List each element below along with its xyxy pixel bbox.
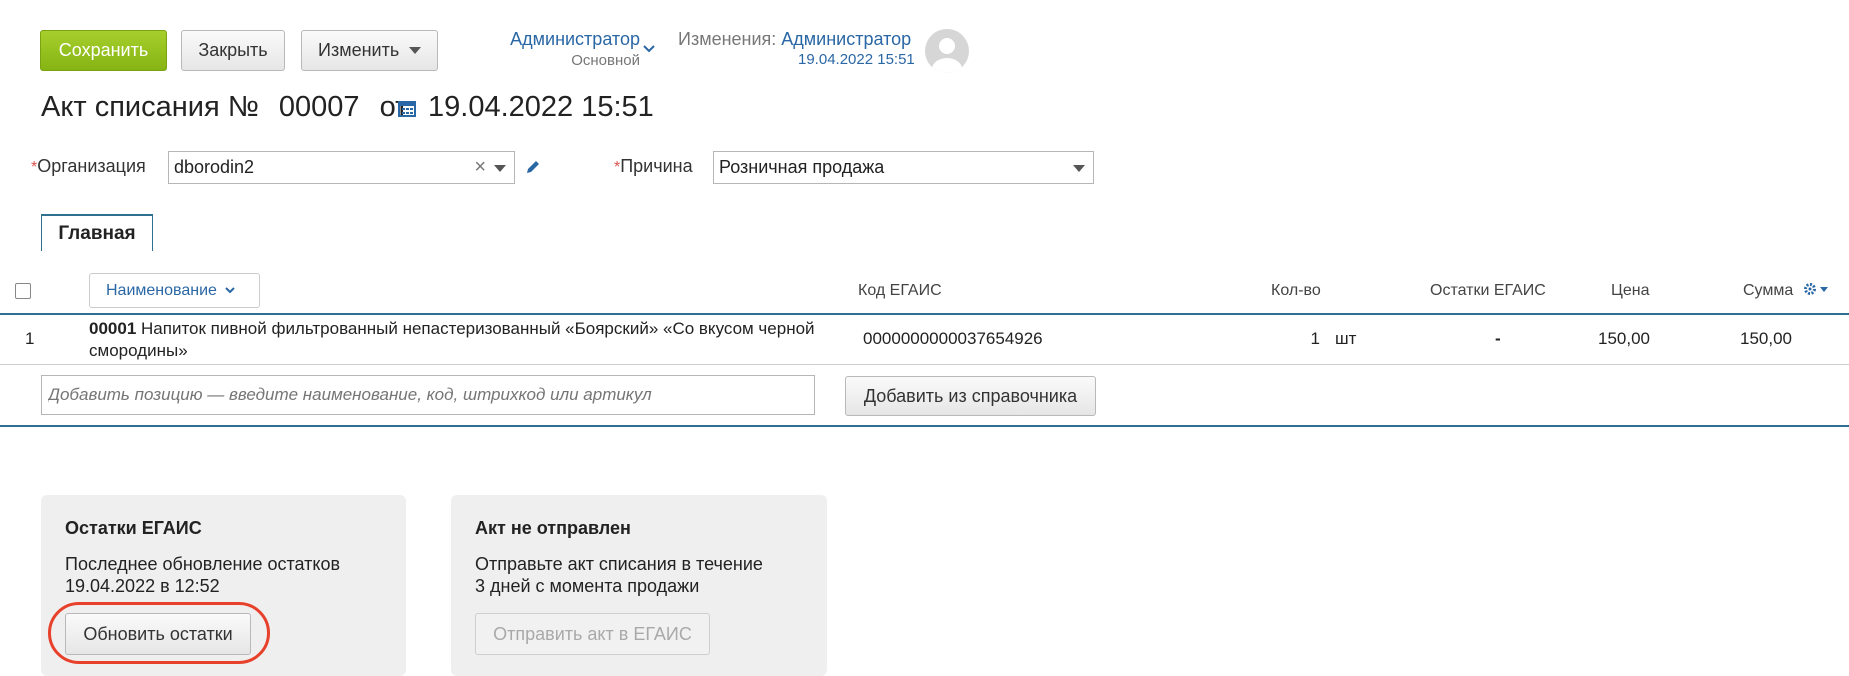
edit-dropdown-button[interactable]: Изменить — [301, 30, 438, 71]
row-code: 0000000000037654926 — [863, 329, 1043, 348]
changes-label: Изменения: — [678, 29, 777, 49]
select-all-checkbox[interactable] — [15, 283, 31, 299]
row-divider — [0, 364, 1849, 365]
chevron-down-icon — [409, 47, 422, 54]
edit-pencil-icon[interactable] — [524, 158, 542, 176]
doc-date[interactable]: 19.04.2022 15:51 — [428, 91, 654, 124]
row-rest: - — [1495, 329, 1501, 348]
user-avatar-icon — [932, 38, 962, 73]
reason-label: *Причина — [614, 156, 693, 176]
egais-card-line2: 19.04.2022 в 12:52 — [65, 576, 220, 596]
user-menu[interactable]: Администратор Основной — [500, 29, 640, 69]
chevron-down-icon — [225, 286, 235, 293]
header-qty: Кол-во — [1271, 282, 1321, 299]
user-role: Основной — [571, 52, 640, 69]
org-value: dborodin2 — [174, 157, 255, 177]
chevron-down-icon[interactable] — [643, 45, 655, 53]
row-article: 00001 — [89, 319, 137, 338]
org-label: *Организация — [31, 156, 146, 176]
row-sum: 150,00 — [1740, 329, 1792, 348]
changes-info: Изменения: Администратор — [678, 29, 911, 50]
title-prefix: Акт списания № — [41, 91, 259, 123]
close-button[interactable]: Закрыть — [181, 30, 285, 71]
header-rest: Остатки ЕГАИС — [1430, 282, 1546, 299]
header-sum: Сумма — [1743, 282, 1794, 299]
org-select[interactable]: dborodin2 × — [168, 151, 515, 184]
tab-main[interactable]: Главная — [41, 214, 153, 251]
header-name: Наименование — [106, 281, 217, 299]
act-card-line1: Отправьте акт списания в течение — [475, 554, 763, 574]
add-from-catalog-button[interactable]: Добавить из справочника — [845, 376, 1096, 416]
chevron-down-icon[interactable] — [1073, 165, 1085, 172]
changes-user[interactable]: Администратор — [781, 29, 911, 49]
row-product: 00001 Напиток пивной фильтрованный непас… — [89, 318, 829, 362]
name-sort-button[interactable]: Наименование — [89, 273, 260, 308]
act-status-card: Акт не отправлен Отправьте акт списания … — [451, 495, 827, 676]
highlight-ellipse — [48, 602, 270, 664]
row-price[interactable]: 150,00 — [1560, 329, 1650, 349]
user-name: Администратор — [510, 29, 640, 49]
row-unit: шт — [1335, 329, 1357, 348]
settings-gear-icon[interactable] — [1803, 282, 1831, 296]
add-position-input[interactable] — [41, 375, 815, 415]
calendar-icon[interactable] — [398, 99, 416, 117]
egais-card-line1: Последнее обновление остатков — [65, 554, 341, 574]
header-code: Код ЕГАИС — [858, 282, 942, 299]
egais-rests-card: Остатки ЕГАИС Последнее обновление остат… — [41, 495, 406, 676]
row-qty[interactable]: 1 — [1300, 329, 1320, 349]
reason-select[interactable]: Розничная продажа — [713, 151, 1094, 184]
send-act-button[interactable]: Отправить акт в ЕГАИС — [475, 613, 710, 655]
act-card-title: Акт не отправлен — [475, 518, 631, 538]
egais-card-title: Остатки ЕГАИС — [65, 518, 202, 538]
reason-value: Розничная продажа — [719, 157, 885, 177]
save-button[interactable]: Сохранить — [40, 30, 167, 71]
act-card-line2: 3 дней с момента продажи — [475, 576, 700, 596]
changes-time: 19.04.2022 15:51 — [798, 51, 915, 68]
table-bottom-divider — [0, 425, 1849, 427]
row-name: Напиток пивной фильтрованный непастеризо… — [89, 319, 815, 360]
row-index: 1 — [25, 329, 35, 348]
page-title: Акт списания № 00007 от — [41, 91, 408, 124]
avatar[interactable] — [925, 29, 969, 73]
table-header-divider — [0, 313, 1849, 315]
header-price: Цена — [1611, 282, 1650, 299]
doc-number[interactable]: 00007 — [279, 91, 360, 123]
clear-icon[interactable]: × — [474, 156, 486, 179]
edit-button-label: Изменить — [318, 40, 400, 60]
chevron-down-icon[interactable] — [494, 165, 506, 172]
